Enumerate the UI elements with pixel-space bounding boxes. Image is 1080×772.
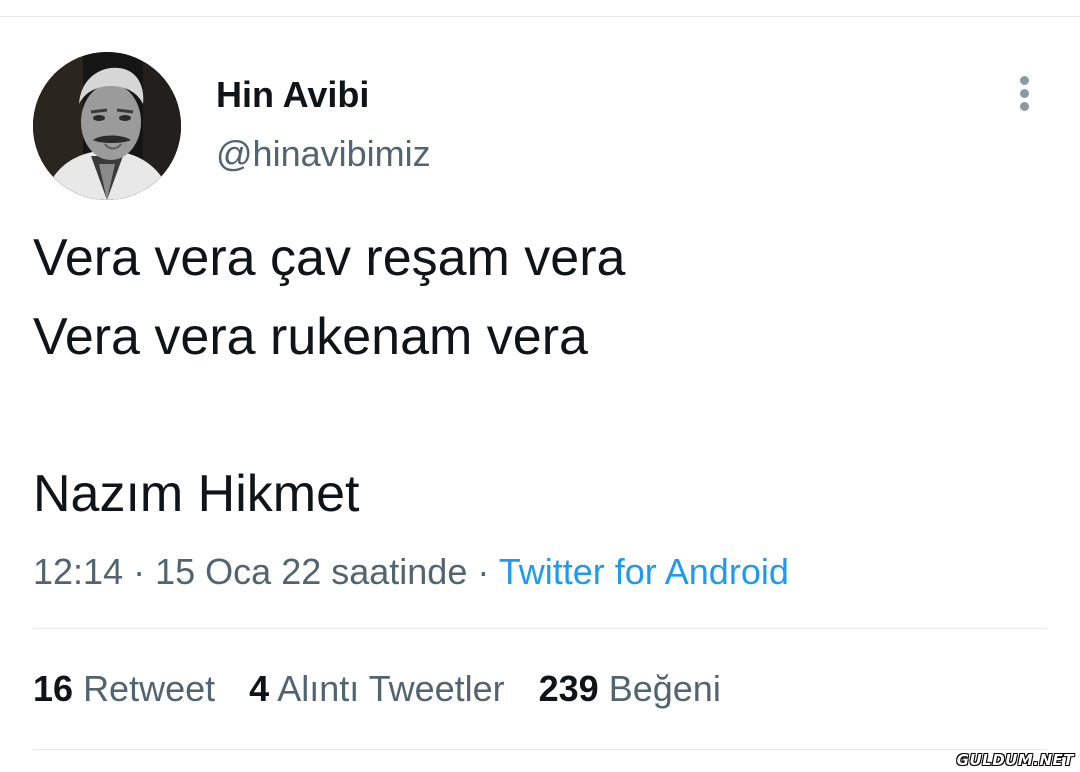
avatar-photo <box>33 52 181 200</box>
meta-separator: · <box>477 551 490 592</box>
top-divider <box>0 16 1080 17</box>
tweet-source-link[interactable]: Twitter for Android <box>499 551 789 592</box>
likes-label: Beğeni <box>608 668 721 709</box>
watermark: GULDUM.NET <box>956 751 1074 769</box>
quotes-count: 4 <box>249 668 270 709</box>
tweet-meta: 12:14 · 15 Oca 22 saatinde · Twitter for… <box>33 551 789 593</box>
author-handle[interactable]: @hinavibimiz <box>216 133 431 175</box>
tweet-detail-page: Hin Avibi @hinavibimiz Vera vera çav reş… <box>0 0 1080 772</box>
tweet-text-line: Nazım Hikmet <box>33 465 360 523</box>
likes-stat[interactable]: 239 Beğeni <box>539 668 721 710</box>
tweet-text-line: Vera vera çav reşam vera <box>33 229 626 287</box>
meta-separator: · <box>133 551 146 592</box>
quotes-label: Alıntı Tweetler <box>277 668 505 709</box>
stats-bottom-divider <box>33 749 1047 750</box>
retweets-count: 16 <box>33 668 74 709</box>
stats-top-divider <box>33 628 1047 629</box>
avatar[interactable] <box>33 52 181 200</box>
likes-count: 239 <box>538 668 599 709</box>
author-display-name[interactable]: Hin Avibi <box>216 74 369 116</box>
tweet-text-line: Vera vera rukenam vera <box>33 308 588 366</box>
tweet-time[interactable]: 12:14 <box>33 551 123 592</box>
tweet-stats: 16 Retweet 4 Alıntı Tweetler 239 Beğeni <box>33 668 721 710</box>
quotes-stat[interactable]: 4 Alıntı Tweetler <box>249 668 505 710</box>
more-vertical-icon[interactable] <box>1011 74 1039 114</box>
retweets-stat[interactable]: 16 Retweet <box>33 668 215 710</box>
retweets-label: Retweet <box>83 668 216 709</box>
tweet-date[interactable]: 15 Oca 22 saatinde <box>155 551 467 592</box>
